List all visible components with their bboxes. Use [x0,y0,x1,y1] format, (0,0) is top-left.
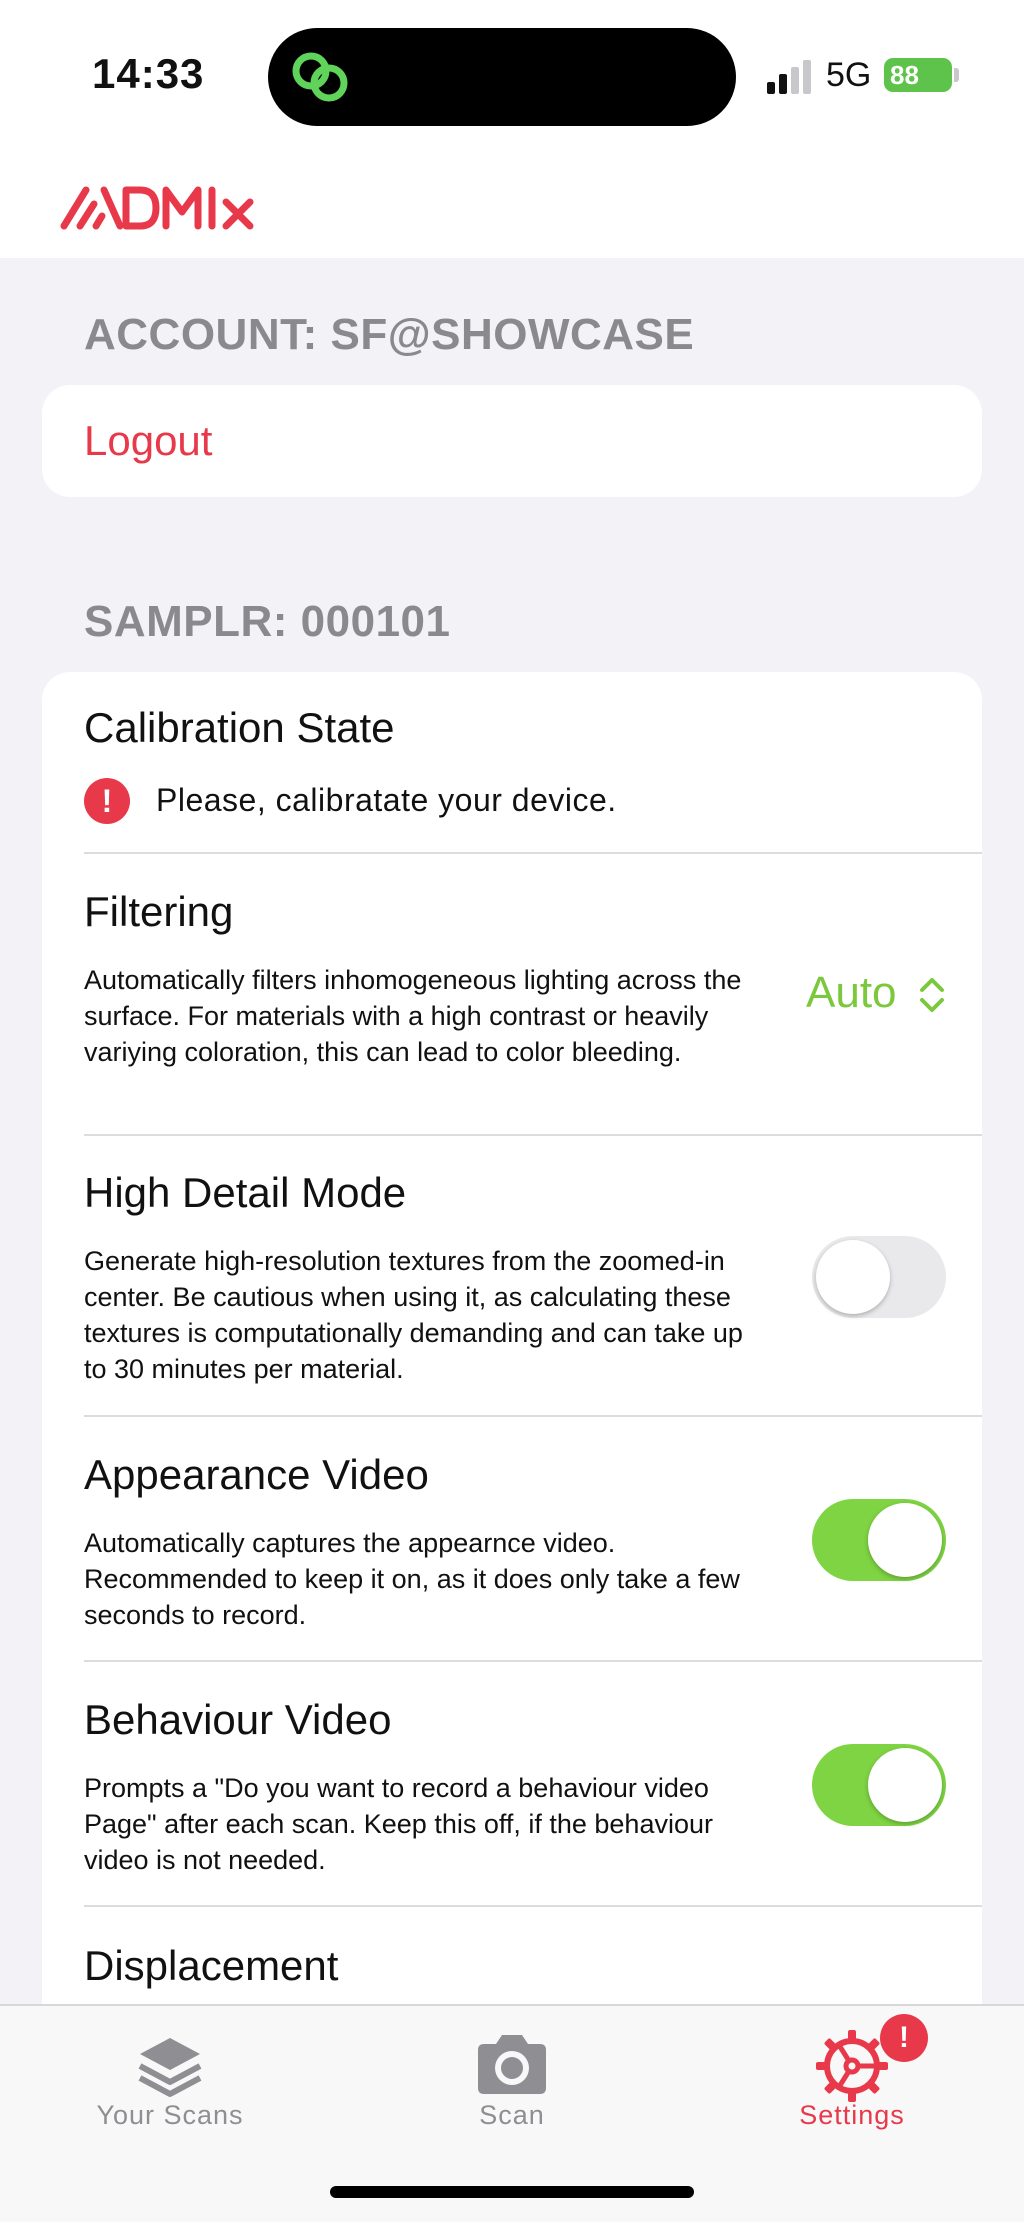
high-detail-title: High Detail Mode [84,1169,407,1216]
status-bar: 14:33 5G 88 [0,0,1024,150]
battery-level: 88 [890,60,919,90]
toggle-knob [868,1503,942,1577]
filtering-select[interactable]: Auto [806,968,945,1018]
sampler-header: SAMPLR: 000101 [84,597,451,646]
sampler-settings-card: Calibration State ! Please, calibratate … [42,672,982,2072]
high-detail-toggle[interactable] [812,1236,946,1318]
toggle-knob [816,1240,890,1314]
appearance-video-description: Automatically captures the appearnce vid… [84,1528,740,1630]
chevron-up-down-icon [919,978,944,1013]
dynamic-island [268,28,736,126]
logout-label: Logout [84,417,213,464]
behaviour-video-toggle[interactable] [812,1744,946,1826]
tab-settings[interactable]: Settings [702,2006,1002,2136]
tab-label: Scan [479,2100,545,2130]
divider [84,852,982,854]
home-indicator[interactable] [330,2186,694,2198]
alert-icon: ! [84,778,130,824]
filtering-description: Automatically filters inhomogeneous ligh… [84,965,742,1067]
network-type: 5G [826,56,872,94]
behaviour-video-title: Behaviour Video [84,1696,392,1743]
behaviour-video-description: Prompts a "Do you want to record a behav… [84,1773,713,1875]
account-header: ACCOUNT: SF@SHOWCASE [84,310,695,359]
high-detail-description: Generate high-resolution textures from t… [84,1246,743,1384]
dmix-logo [60,186,254,230]
calibration-title: Calibration State [84,704,395,751]
displacement-title: Displacement [84,1942,339,1989]
tab-scan[interactable]: Scan [362,2006,662,2136]
divider [84,1905,982,1907]
tab-label: Settings [799,2100,905,2130]
logo-bar [0,150,1024,258]
link-icon [292,52,348,102]
divider [84,1134,982,1136]
appearance-video-toggle[interactable] [812,1499,946,1581]
toggle-knob [868,1748,942,1822]
signal-icon [767,60,811,94]
layers-icon [138,2038,202,2097]
divider [84,1660,982,1662]
appearance-video-title: Appearance Video [84,1451,429,1498]
tab-label: Your Scans [96,2100,244,2130]
tab-your-scans[interactable]: Your Scans [20,2006,320,2136]
calibration-message: Please, calibratate your device. [156,782,617,818]
camera-icon [478,2035,546,2094]
status-time: 14:33 [92,50,205,97]
settings-alert-badge: ! [880,2014,928,2062]
battery-icon: 88 [884,58,952,92]
filtering-title: Filtering [84,888,234,935]
filtering-value: Auto [806,968,897,1017]
divider [84,1415,982,1417]
logout-button[interactable]: Logout [42,385,982,497]
battery-cap [954,68,959,82]
